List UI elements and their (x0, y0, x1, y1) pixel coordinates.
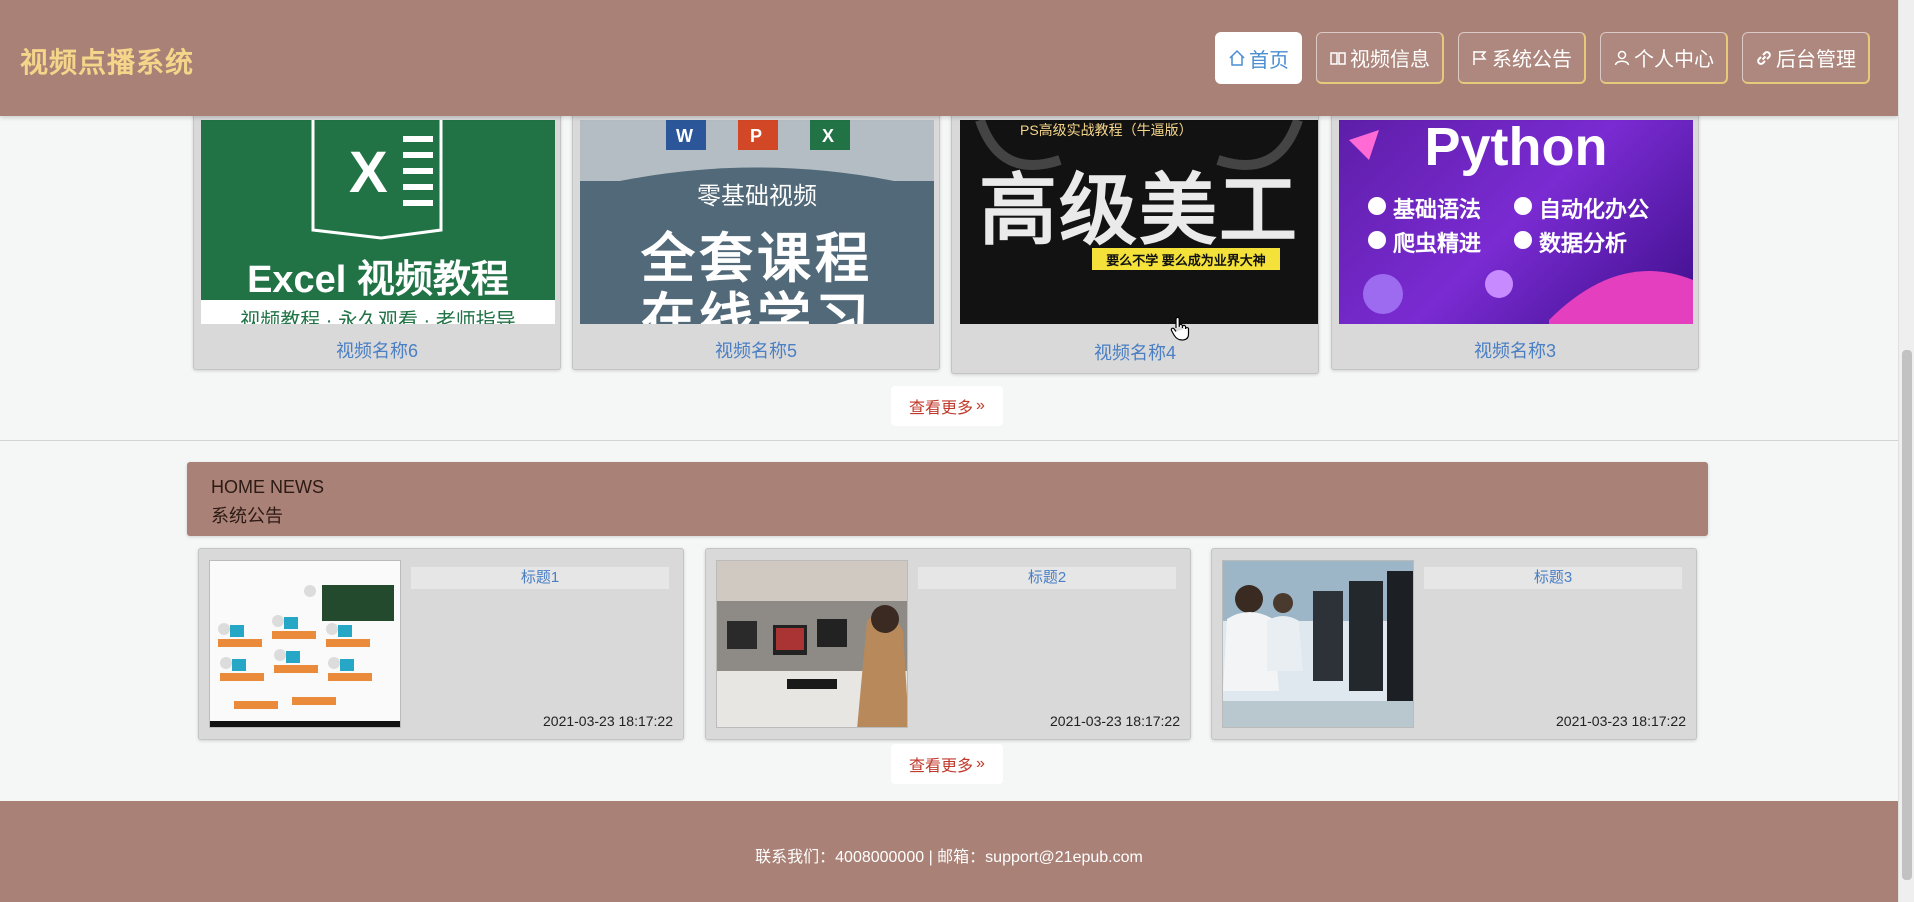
video-card[interactable]: X Excel 视频教程 视频教程 · 永久观看 · 老师指导 视频名称6 (193, 104, 561, 370)
footer-contact: 联系我们：4008000000 | 邮箱：support@21epub.com (755, 849, 1143, 866)
nav-announcements[interactable]: 系统公告 (1458, 32, 1586, 84)
python-feature-1: 基础语法 (1393, 197, 1482, 222)
flag-icon (1473, 50, 1487, 65)
videos-more-button[interactable]: 查看更多 » (891, 386, 1003, 426)
news-thumbnail[interactable] (209, 560, 401, 728)
svg-text:P: P (750, 126, 762, 146)
videos-more-label: 查看更多 (909, 400, 974, 417)
excel-cover-subtitle: 视频教程 · 永久观看 · 老师指导 (240, 310, 516, 324)
office-cover-line2: 在线学习 (641, 289, 873, 324)
office-cover-top: 零基础视频 (697, 183, 817, 210)
news-date: 2021-03-23 18:17:22 (1050, 713, 1180, 729)
ps-cover-top: PS高级实战教程（牛逼版） (1020, 122, 1193, 138)
news-heading-cn: 系统公告 (211, 506, 283, 526)
video-card[interactable]: W P X 零基础视频 全套课程 在线学习 视频名称5 (572, 104, 940, 370)
python-feature-4: 数据分析 (1539, 231, 1628, 256)
news-date: 2021-03-23 18:17:22 (543, 713, 673, 729)
double-chevron-right-icon: » (976, 397, 985, 414)
nav-video-info-label: 视频信息 (1350, 49, 1430, 71)
nav-home-label: 首页 (1249, 49, 1289, 72)
double-chevron-right-icon: » (976, 755, 985, 772)
page-scrollbar[interactable] (1898, 0, 1914, 902)
nav-admin-label: 后台管理 (1776, 49, 1856, 71)
news-card[interactable]: 标题2 2021-03-23 18:17:22 (705, 548, 1191, 740)
news-date: 2021-03-23 18:17:22 (1556, 713, 1686, 729)
scrollbar-thumb[interactable] (1902, 350, 1912, 880)
news-heading-banner: HOME NEWS 系统公告 (187, 462, 1708, 536)
news-title[interactable]: 标题3 (1424, 567, 1682, 589)
excel-cover-title: Excel 视频教程 (247, 259, 509, 301)
nav-video-info[interactable]: 视频信息 (1316, 32, 1444, 84)
svg-text:X: X (822, 126, 834, 146)
nav-personal-center[interactable]: 个人中心 (1600, 32, 1728, 84)
nav-personal-center-label: 个人中心 (1634, 49, 1714, 71)
svg-text:X: X (349, 140, 388, 205)
python-feature-2: 自动化办公 (1539, 197, 1650, 222)
nav-home[interactable]: 首页 (1215, 32, 1302, 84)
office-workers-image (1223, 561, 1413, 727)
news-card[interactable]: 标题3 2021-03-23 18:17:22 (1211, 548, 1697, 740)
video-name[interactable]: 视频名称5 (573, 337, 939, 363)
classroom-figures-image (210, 561, 400, 727)
news-more-label: 查看更多 (909, 758, 974, 775)
hand-pointer-icon (1170, 316, 1190, 341)
news-heading-en: HOME NEWS (211, 477, 325, 497)
book-icon (1330, 51, 1346, 65)
news-thumbnail[interactable] (716, 560, 908, 728)
page-footer: 联系我们：4008000000 | 邮箱：support@21epub.com (0, 801, 1898, 902)
site-title[interactable]: 视频点播系统 (20, 41, 194, 81)
video-card[interactable]: Python 基础语法 自动化办公 爬虫精进 数据分析 视频名称3 (1331, 104, 1699, 370)
section-divider (0, 440, 1898, 441)
video-thumbnail[interactable]: Python 基础语法 自动化办公 爬虫精进 数据分析 (1339, 120, 1693, 324)
python-cover-title: Python (1424, 120, 1608, 177)
computer-lab-image (717, 561, 907, 727)
video-name[interactable]: 视频名称4 (952, 339, 1318, 365)
video-thumbnail[interactable]: W P X 零基础视频 全套课程 在线学习 (580, 120, 934, 324)
user-icon (1614, 50, 1630, 65)
python-feature-3: 爬虫精进 (1393, 231, 1482, 256)
nav-admin[interactable]: 后台管理 (1742, 32, 1870, 84)
video-card[interactable]: PS高级实战教程（牛逼版） 高级美工 要么不学 要么成为业界大神 视频名称4 (951, 104, 1319, 374)
video-thumbnail[interactable]: PS高级实战教程（牛逼版） 高级美工 要么不学 要么成为业界大神 (960, 120, 1318, 324)
ps-cover-tag: 要么不学 要么成为业界大神 (1106, 253, 1266, 268)
video-name[interactable]: 视频名称6 (194, 337, 560, 363)
nav-announcements-label: 系统公告 (1492, 49, 1572, 71)
main-nav: 首页 视频信息 系统公告 个人中心 后台管理 (1215, 32, 1870, 84)
top-header: 视频点播系统 首页 视频信息 系统公告 个人中心 后台管理 (0, 0, 1898, 116)
video-name[interactable]: 视频名称3 (1332, 337, 1698, 363)
news-title[interactable]: 标题2 (918, 567, 1176, 589)
svg-text:W: W (676, 126, 693, 146)
link-icon (1757, 50, 1771, 65)
ps-cover-main: 高级美工 (978, 166, 1299, 254)
video-thumbnail[interactable]: X Excel 视频教程 视频教程 · 永久观看 · 老师指导 (201, 120, 555, 324)
news-card[interactable]: 标题1 2021-03-23 18:17:22 (198, 548, 684, 740)
home-icon (1229, 49, 1245, 66)
news-title[interactable]: 标题1 (411, 567, 669, 589)
news-more-button[interactable]: 查看更多 » (891, 744, 1003, 784)
news-thumbnail[interactable] (1222, 560, 1414, 728)
